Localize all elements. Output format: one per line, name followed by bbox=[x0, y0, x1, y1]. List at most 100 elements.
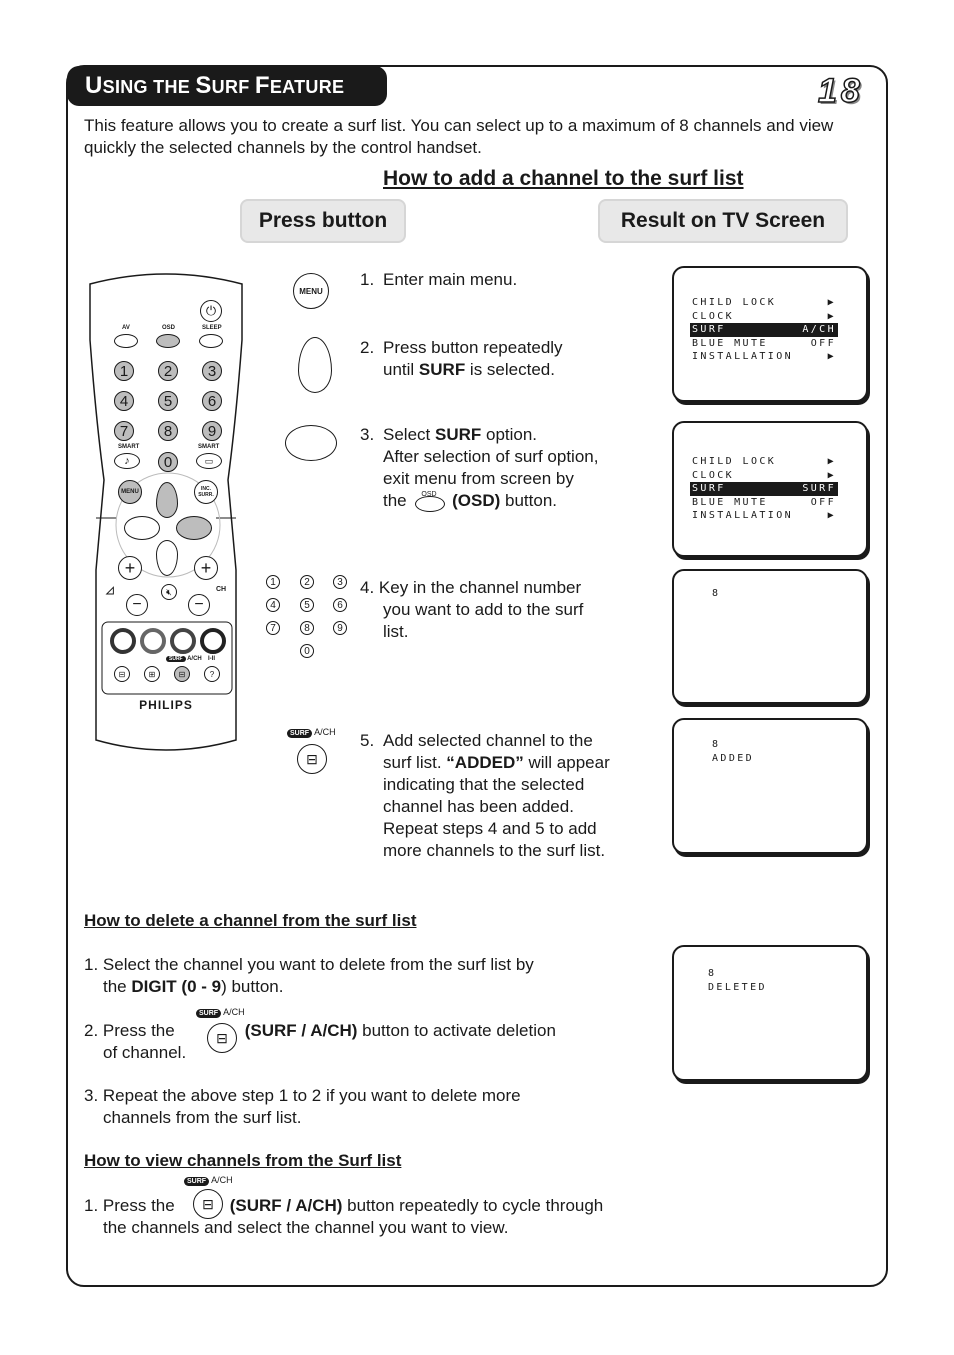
step-text: Add selected channel to the bbox=[383, 731, 593, 750]
page-title: USING THE SURF FEATURE bbox=[67, 66, 387, 106]
left-arrow-button[interactable] bbox=[124, 516, 160, 540]
step-bold: SURF bbox=[418, 360, 466, 379]
menu-button[interactable]: MENU bbox=[118, 480, 142, 504]
view-step-1: 1. Press the (SURF / A/CH) button repeate… bbox=[84, 1195, 603, 1239]
sleep-button[interactable] bbox=[199, 334, 223, 348]
title-cap: S bbox=[195, 72, 212, 99]
intro-text: This feature allows you to create a surf… bbox=[84, 116, 834, 157]
osd-row: BLUE MUTE OFF bbox=[690, 496, 838, 510]
red-button[interactable] bbox=[110, 628, 136, 654]
digit-9-button[interactable]: 9 bbox=[202, 421, 222, 441]
title-rest: SING THE bbox=[102, 77, 196, 97]
digit-icon: 7 bbox=[266, 621, 280, 635]
channel-up-button[interactable]: + bbox=[194, 556, 218, 580]
right-arrow-button[interactable] bbox=[176, 516, 212, 540]
digit-icon: 5 bbox=[300, 598, 314, 612]
yellow-button[interactable] bbox=[170, 628, 196, 654]
delete-step-1: 1. Select the channel you want to delete… bbox=[84, 954, 534, 998]
osd-value: OFF bbox=[810, 496, 836, 508]
tv-screen-deleted: 8 DELETED bbox=[672, 945, 868, 1081]
right-arrow-button-icon bbox=[285, 425, 337, 461]
ach-label: A/CH bbox=[223, 1007, 245, 1017]
smart-sound-button[interactable]: ♪ bbox=[114, 453, 140, 469]
osd-channel: 8 bbox=[712, 739, 721, 750]
osd-label: BLUE MUTE bbox=[692, 496, 768, 508]
osd-label: INSTALLATION bbox=[692, 510, 794, 521]
osd-label: CHILD LOCK bbox=[692, 456, 777, 467]
inc-surr-button[interactable]: INC. SURR. bbox=[194, 480, 218, 504]
step-bold: (OSD) bbox=[452, 491, 501, 510]
step-number: 5. bbox=[360, 731, 375, 750]
step-text: until bbox=[383, 360, 419, 379]
mute-button[interactable]: 🔇︎ bbox=[161, 584, 177, 600]
step-text: button to activate deletion bbox=[357, 1021, 556, 1040]
digit-2-button[interactable]: 2 bbox=[158, 361, 178, 381]
smart-picture-button[interactable]: ▭ bbox=[196, 453, 222, 469]
osd-button[interactable] bbox=[156, 334, 180, 348]
blue-button[interactable] bbox=[200, 628, 226, 654]
osd-text: 8 bbox=[712, 587, 720, 601]
osd-value: ▶ bbox=[827, 510, 836, 521]
reveal-button[interactable]: ? bbox=[204, 666, 220, 682]
digit-5-button[interactable]: 5 bbox=[158, 391, 178, 411]
osd-label: SURF bbox=[692, 324, 726, 335]
step-text: 1. Select the channel you want to delete… bbox=[84, 955, 534, 974]
osd-oval bbox=[415, 495, 446, 512]
teletext-mix-button[interactable]: ⊞ bbox=[144, 666, 160, 682]
step-1: 1. Enter main menu. bbox=[360, 269, 517, 291]
digit-1-button[interactable]: 1 bbox=[114, 361, 134, 381]
up-arrow-button[interactable] bbox=[156, 482, 178, 518]
power-button[interactable]: ⏻ bbox=[200, 300, 222, 322]
step-bold: SURF bbox=[434, 425, 482, 444]
digit-icon: 0 bbox=[300, 644, 314, 658]
surf-ach-caption: SURF A/CH bbox=[287, 727, 336, 738]
volume-icon: ◿ bbox=[106, 585, 114, 596]
step-bold: “ADDED” bbox=[446, 753, 524, 772]
step-number: 3. bbox=[360, 425, 375, 444]
digit-4-button[interactable]: 4 bbox=[114, 391, 134, 411]
osd-row: CHILD LOCK ▶ bbox=[690, 455, 838, 469]
step-text: Enter main menu. bbox=[383, 270, 518, 289]
surf-ach-label: SURF A/CH bbox=[166, 656, 202, 662]
osd-label: BLUE MUTE bbox=[692, 337, 768, 349]
channel-down-button[interactable]: − bbox=[188, 594, 210, 616]
osd-label: OSD bbox=[162, 325, 176, 331]
volume-down-button[interactable]: − bbox=[126, 594, 148, 616]
teletext-button[interactable]: ⊟ bbox=[114, 666, 130, 682]
tv-screen-channel: 8 bbox=[672, 569, 868, 704]
surf-ach-caption: SURF A/CH bbox=[196, 1007, 245, 1018]
step-number: 2. bbox=[360, 338, 375, 357]
digit-icon: 4 bbox=[266, 598, 280, 612]
surf-badge: SURF bbox=[184, 1177, 210, 1186]
step-5: 5. Add selected channel to the surf list.… bbox=[360, 730, 610, 862]
av-button[interactable] bbox=[114, 334, 138, 348]
osd-value: SURF bbox=[802, 483, 836, 494]
step-text: channel has been added. bbox=[383, 797, 574, 816]
digit-7-button[interactable]: 7 bbox=[114, 421, 134, 441]
digit-6-button[interactable]: 6 bbox=[202, 391, 222, 411]
volume-up-button[interactable]: + bbox=[118, 556, 142, 580]
page-number: 18 bbox=[817, 71, 864, 111]
digit-0-button[interactable]: 0 bbox=[158, 452, 178, 472]
digit-icon: 9 bbox=[333, 621, 347, 635]
step-text: Key in the channel number bbox=[378, 578, 582, 597]
menu-button-icon: MENU bbox=[293, 273, 329, 309]
step-bold: (SURF / A/CH) bbox=[229, 1196, 343, 1215]
delete-section-heading: How to delete a channel from the surf li… bbox=[84, 911, 417, 930]
step-text: channels from the surf list. bbox=[103, 1108, 302, 1127]
title-cap: F bbox=[254, 72, 270, 99]
digit-3-button[interactable]: 3 bbox=[202, 361, 222, 381]
digit-8-button[interactable]: 8 bbox=[158, 421, 178, 441]
step-text: button. bbox=[500, 491, 557, 510]
osd-text: 8 ADDED bbox=[712, 738, 754, 765]
step-text: is selected. bbox=[465, 360, 555, 379]
surf-ach-button[interactable]: ⊟ bbox=[174, 666, 190, 682]
delete-step-3: 3. Repeat the above step 1 to 2 if you w… bbox=[84, 1085, 521, 1129]
surf-ach-caption: SURF A/CH bbox=[184, 1175, 233, 1186]
green-button[interactable] bbox=[140, 628, 166, 654]
osd-row-selected: SURF SURF bbox=[690, 482, 838, 496]
osd-row: INSTALLATION ▶ bbox=[690, 509, 838, 523]
osd-status: ADDED bbox=[712, 752, 755, 764]
osd-value: A/CH bbox=[802, 324, 836, 335]
osd-status: DELETED bbox=[708, 981, 767, 993]
